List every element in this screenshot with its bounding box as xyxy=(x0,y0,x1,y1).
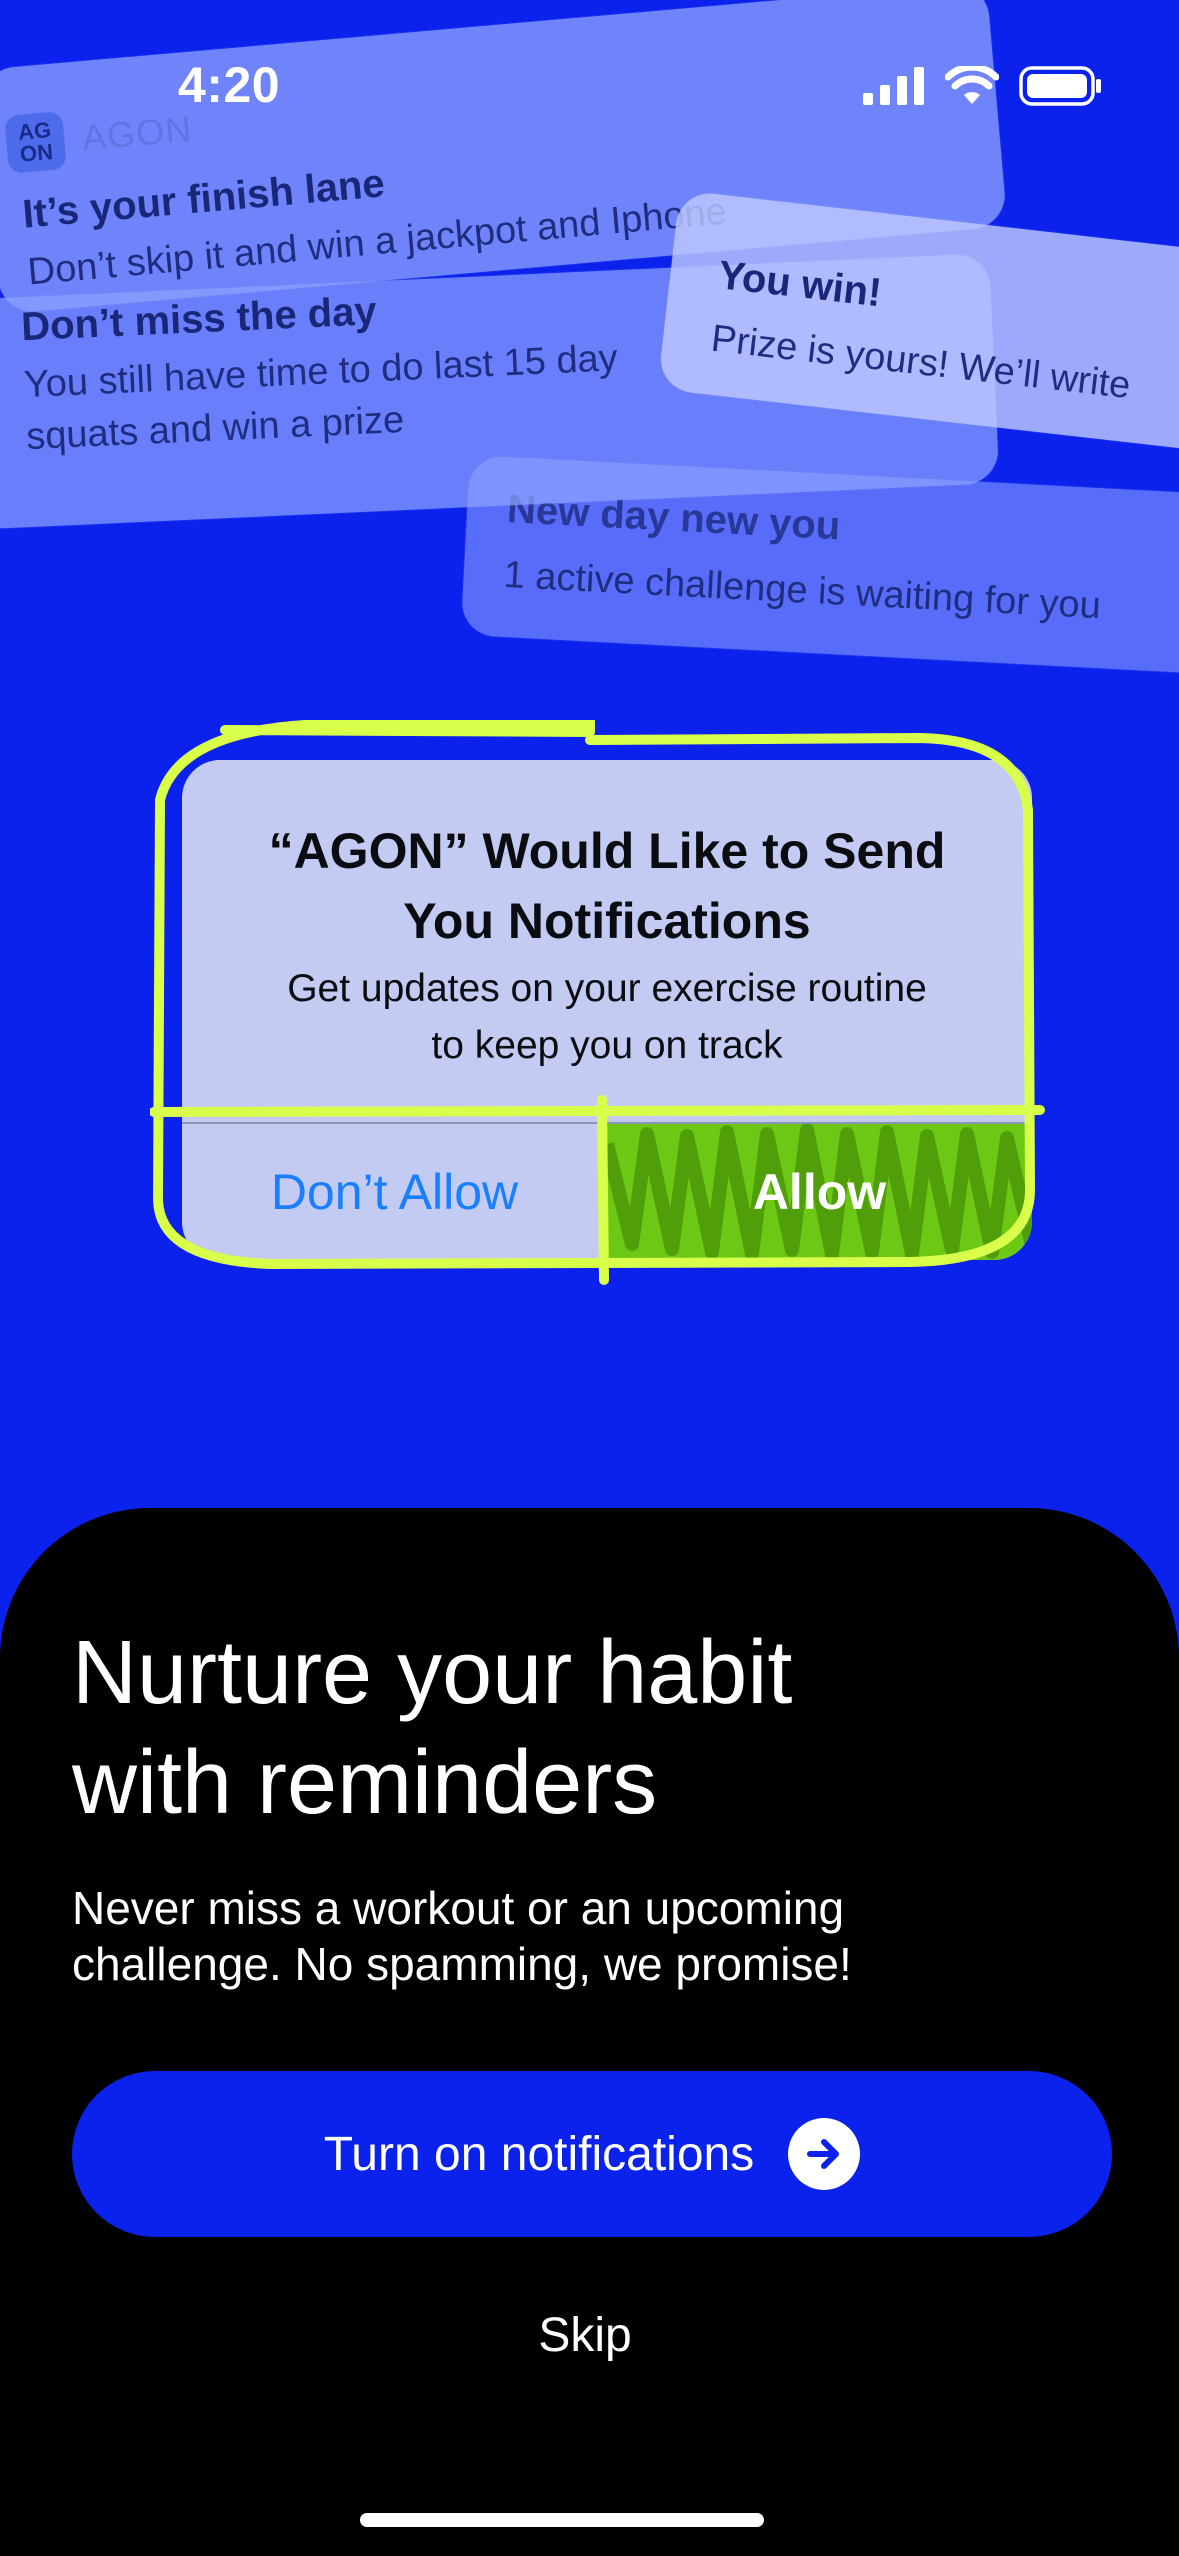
notification-title: You win! xyxy=(716,253,884,316)
cta-label: Turn on notifications xyxy=(323,2127,755,2181)
arrow-right-icon xyxy=(788,2118,861,2190)
status-time: 4:20 xyxy=(178,57,281,113)
alert-title: “AGON” Would Like to Send You Notificati… xyxy=(268,823,946,949)
status-icons xyxy=(863,66,1103,106)
notification-body: Prize is yours! We’ll write xyxy=(709,317,1133,408)
dont-allow-button[interactable]: Don’t Allow xyxy=(182,1124,607,1260)
allow-button[interactable]: Allow xyxy=(607,1124,1032,1260)
onboarding-sheet: Nurture your habit with reminders Never … xyxy=(0,1508,1179,2556)
turn-on-notifications-button[interactable]: Turn on notifications xyxy=(72,2071,1112,2237)
battery-icon xyxy=(1019,66,1101,106)
onboarding-subtext: Never miss a workout or an upcoming chal… xyxy=(72,1882,852,1990)
alert-message: Get updates on your exercise routine to … xyxy=(287,967,927,1067)
cellular-signal-icon xyxy=(863,67,924,105)
wifi-icon xyxy=(945,66,999,104)
status-bar: 4:20 xyxy=(0,0,1179,170)
notification-permission-alert: “AGON” Would Like to Send You Notificati… xyxy=(182,760,1032,1260)
skip-button[interactable]: Skip xyxy=(0,2308,1170,2363)
notification-body: 1 active challenge is waiting for you xyxy=(502,553,1102,628)
home-indicator xyxy=(360,2513,764,2527)
onboarding-headline: Nurture your habit with reminders xyxy=(72,1623,793,1833)
